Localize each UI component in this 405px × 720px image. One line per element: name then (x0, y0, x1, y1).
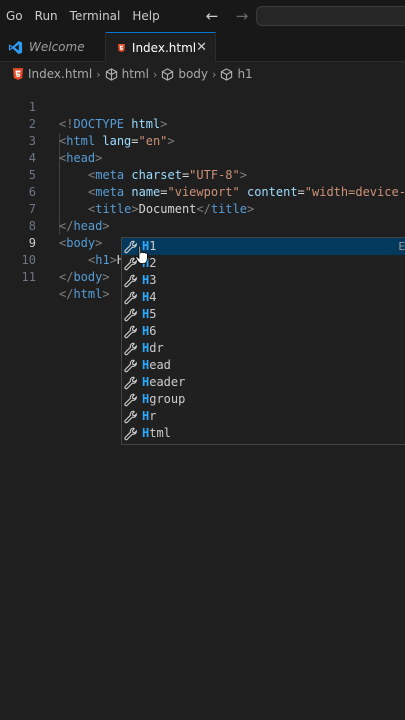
close-icon[interactable]: ✕ (196, 40, 207, 55)
suggestion-label: H4 (142, 290, 157, 304)
code-line[interactable]: 1 <!DOCTYPE html> (0, 82, 405, 131)
wrench-icon (124, 393, 137, 406)
suggestion-item[interactable]: H2 (122, 255, 405, 272)
element-cube-icon (105, 67, 117, 81)
element-cube-icon (162, 67, 174, 81)
breadcrumb-item-file[interactable]: Index.html (13, 67, 92, 81)
wrench-icon (124, 359, 137, 372)
wrench-icon (124, 274, 137, 287)
command-center-search[interactable] (256, 6, 405, 26)
chevron-right-icon: › (152, 67, 158, 81)
back-arrow-icon[interactable]: ← (204, 7, 220, 25)
breadcrumb-item-body[interactable]: body (161, 67, 208, 81)
suggestion-detail: Em (398, 240, 405, 253)
suggestion-label: Html (142, 426, 171, 440)
suggestion-label: Hdr (142, 341, 164, 355)
code-line[interactable]: 2 <html lang="en"> (0, 99, 405, 148)
code-line[interactable]: 5 <meta name="viewport" content="width=d… (0, 150, 405, 199)
wrench-icon (124, 342, 137, 355)
vscode-icon (8, 40, 23, 54)
suggestion-label: Hr (142, 409, 157, 423)
wrench-icon (124, 291, 137, 304)
html5-icon (13, 68, 23, 80)
code-line[interactable]: 7 </head> (0, 184, 405, 233)
suggestion-label: Header (142, 375, 186, 389)
mouse-pointer-icon (135, 245, 148, 264)
menu-go[interactable]: Go (0, 0, 29, 32)
code-line[interactable]: 3 <head> (0, 116, 405, 165)
wrench-icon (124, 308, 137, 321)
code-line[interactable]: 8 <body> (0, 201, 405, 250)
menu-help[interactable]: Help (126, 0, 165, 32)
suggestion-item[interactable]: Hgroup (122, 391, 405, 408)
suggestion-label: H5 (142, 307, 157, 321)
suggestion-label: H3 (142, 273, 157, 287)
code-line-active[interactable]: 9 <h1>H</h1> (0, 218, 405, 268)
chevron-right-icon: › (212, 67, 217, 81)
suggestion-item[interactable]: H1Em (122, 238, 405, 255)
line-content: </body> (59, 270, 110, 284)
breadcrumb-label: Index.html (28, 67, 93, 81)
tab-index-html[interactable]: Index.html ✕ (106, 32, 216, 62)
suggestion-item[interactable]: H5 (122, 306, 405, 323)
html5-icon (118, 43, 125, 52)
breadcrumb-label: body (178, 67, 209, 81)
suggestion-item[interactable]: H6 (122, 323, 405, 340)
tab-label: Index.html (131, 40, 197, 55)
suggestion-label: H6 (142, 324, 157, 338)
breadcrumb-item-h1[interactable]: h1 (220, 67, 253, 81)
wrench-icon (124, 325, 137, 338)
suggestion-label: Head (142, 358, 171, 372)
line-content: </html> (59, 287, 110, 301)
code-line[interactable]: 6 <title>Document</title> (0, 167, 405, 216)
suggestion-item[interactable]: Hr (122, 408, 405, 425)
wrench-icon (124, 376, 137, 389)
breadcrumb-item-html[interactable]: html (105, 67, 149, 81)
forward-arrow-icon[interactable]: → (234, 7, 250, 25)
menu-terminal[interactable]: Terminal (64, 0, 127, 32)
suggestion-item[interactable]: Header (122, 374, 405, 391)
suggestion-item[interactable]: Hdr (122, 340, 405, 357)
menu-run[interactable]: Run (29, 0, 64, 32)
tab-welcome[interactable]: Welcome (0, 32, 106, 62)
line-number: 11 (21, 270, 36, 284)
element-cube-icon (221, 67, 233, 81)
breadcrumb-label: html (121, 67, 149, 81)
code-line[interactable]: 4 <meta charset="UTF-8"> (0, 133, 405, 182)
autocomplete-suggestions: H1EmH2H3 H4 H5 H6 Hdr Head Header Hgroup Hr Html (121, 237, 405, 445)
suggestion-item[interactable]: Html (122, 425, 405, 442)
wrench-icon (124, 410, 137, 423)
suggestion-item[interactable]: H3 (122, 272, 405, 289)
tab-label: Welcome (29, 40, 85, 54)
menu-bar: Go Run Terminal Help ← → (0, 0, 405, 32)
suggestion-item[interactable]: Head (122, 357, 405, 374)
suggestion-item[interactable]: H4 (122, 289, 405, 306)
suggestion-label: Hgroup (142, 392, 186, 406)
wrench-icon (124, 427, 137, 440)
navigation-arrows: ← → (204, 0, 250, 32)
breadcrumb-label: h1 (237, 67, 253, 81)
chevron-right-icon: › (96, 67, 101, 81)
editor-tab-bar: Welcome Index.html ✕ (0, 32, 405, 62)
